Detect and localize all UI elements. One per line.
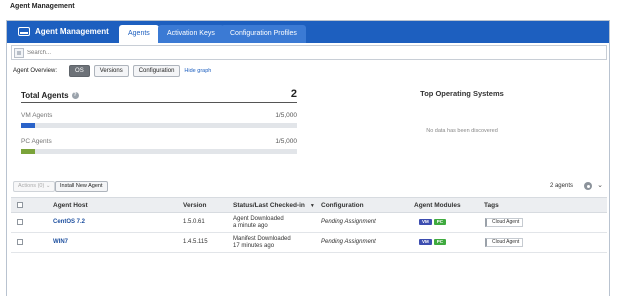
install-new-agent-button[interactable]: Install New Agent <box>55 181 108 192</box>
agents-table: Agent Host Version Status/Last Checked-i… <box>11 197 607 253</box>
page-title: Agent Management <box>10 3 75 10</box>
pc-agents-bar <box>21 149 297 154</box>
vm-module-badge: VM <box>419 219 432 225</box>
vm-agents-bar <box>21 123 297 128</box>
col-status[interactable]: Status/Last Checked-in ▼ <box>233 202 315 209</box>
tab-configuration-profiles[interactable]: Configuration Profiles <box>221 25 306 43</box>
sort-desc-icon: ▼ <box>309 203 315 209</box>
total-agents-count: 2 <box>290 88 297 100</box>
agent-management-panel: Agent Management Agents Activation Keys … <box>6 20 610 296</box>
search-bar <box>11 45 607 60</box>
help-icon[interactable]: ? <box>71 92 79 99</box>
vm-agents-value: 1/5,000 <box>275 112 297 119</box>
pc-module-badge: PC <box>433 219 447 225</box>
vm-agents-bar-fill <box>21 123 35 128</box>
pc-module-badge: PC <box>433 239 447 245</box>
agent-version: 1.5.0.61 <box>183 219 205 225</box>
actions-dropdown[interactable]: Actions (0) ⌄ <box>13 181 56 192</box>
overview-configuration-button[interactable]: Configuration <box>132 65 181 77</box>
table-actions-row: Actions (0) ⌄ Install New Agent 2 agents… <box>13 181 607 193</box>
pc-agents-label: PC Agents <box>21 138 52 145</box>
agent-modules: VM PC <box>419 219 448 226</box>
search-filter-icon[interactable] <box>14 48 24 58</box>
total-agents-title: Total Agents ? <box>21 91 79 100</box>
total-agents-label: Total Agents <box>21 91 69 100</box>
top-os-empty-message: No data has been discovered <box>426 128 498 134</box>
agent-status: Manifest Downloaded <box>233 236 291 242</box>
table-header: Agent Host Version Status/Last Checked-i… <box>11 197 607 213</box>
chevron-down-icon[interactable]: ⌄ <box>597 181 603 189</box>
app-title-label: Agent Management <box>35 27 109 36</box>
row-checkbox[interactable] <box>17 239 23 245</box>
table-row[interactable]: WIN7 1.4.5.115 Manifest Downloaded 17 mi… <box>11 233 607 253</box>
agent-configuration: Pending Assignment <box>321 219 376 225</box>
col-status-label: Status/Last Checked-in <box>233 202 305 209</box>
gear-icon[interactable] <box>584 182 592 190</box>
agent-overview-label: Agent Overview: <box>13 68 58 74</box>
vm-agents-label: VM Agents <box>21 112 53 119</box>
col-tags[interactable]: Tags <box>484 202 499 209</box>
divider <box>21 102 297 103</box>
agent-last-checked: 17 minutes ago <box>233 243 275 249</box>
agent-modules: VM PC <box>419 239 448 246</box>
top-os-title: Top Operating Systems <box>420 89 504 98</box>
col-agent-host[interactable]: Agent Host <box>53 202 88 209</box>
app-title: Agent Management <box>18 27 109 36</box>
agent-version: 1.4.5.115 <box>183 239 208 245</box>
cloud-agent-tag[interactable]: Cloud Agent <box>485 218 524 227</box>
tab-activation-keys[interactable]: Activation Keys <box>158 25 224 43</box>
agent-configuration: Pending Assignment <box>321 239 376 245</box>
search-input[interactable] <box>27 47 597 58</box>
pc-agents-value: 1/5,000 <box>275 138 297 145</box>
agent-host-link[interactable]: WIN7 <box>53 239 68 246</box>
cloud-agent-icon <box>18 27 30 36</box>
agents-count: 2 agents <box>549 183 573 189</box>
overview-os-button[interactable]: OS <box>69 65 90 77</box>
col-configuration[interactable]: Configuration <box>321 202 364 209</box>
agent-last-checked: a minute ago <box>233 223 268 229</box>
tab-agents[interactable]: Agents <box>119 25 159 43</box>
hide-graph-link[interactable]: Hide graph <box>184 68 211 74</box>
vm-module-badge: VM <box>419 239 432 245</box>
overview-versions-button[interactable]: Versions <box>93 65 129 77</box>
col-version[interactable]: Version <box>183 202 206 209</box>
cloud-agent-tag[interactable]: Cloud Agent <box>485 238 524 247</box>
pc-agents-bar-fill <box>21 149 35 154</box>
agent-status: Agent Downloaded <box>233 216 284 222</box>
table-row[interactable]: CentOS 7.2 1.5.0.61 Agent Downloaded a m… <box>11 213 607 233</box>
agent-overview-controls: Agent Overview: OS Versions Configuratio… <box>13 65 211 77</box>
select-all-checkbox[interactable] <box>17 202 23 208</box>
row-checkbox[interactable] <box>17 219 23 225</box>
app-header: Agent Management Agents Activation Keys … <box>7 21 609 43</box>
agent-host-link[interactable]: CentOS 7.2 <box>53 219 85 226</box>
col-agent-modules[interactable]: Agent Modules <box>414 202 461 209</box>
